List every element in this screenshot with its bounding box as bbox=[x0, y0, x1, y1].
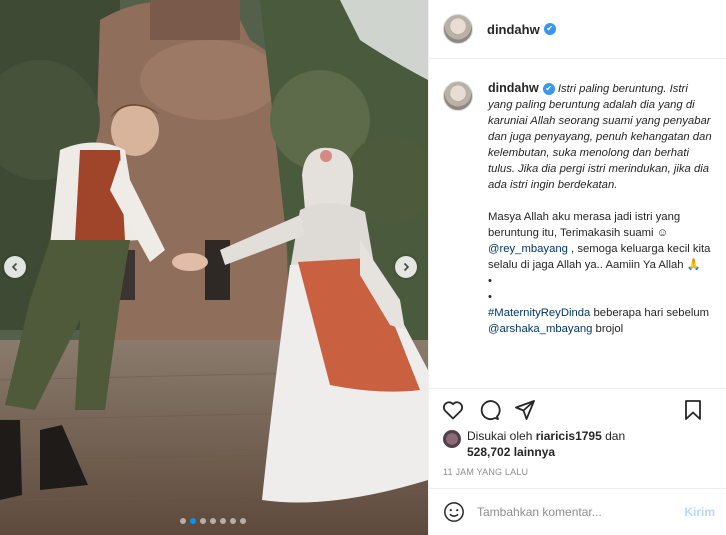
header-username[interactable]: dindahw bbox=[487, 22, 540, 37]
heart-icon[interactable] bbox=[441, 398, 465, 422]
caption-paragraph: Masya Allah aku merasa jadi istri yang b… bbox=[488, 211, 681, 239]
caption-username[interactable]: dindahw bbox=[488, 81, 539, 95]
chevron-left-icon bbox=[11, 262, 18, 272]
paper-plane-icon[interactable] bbox=[513, 398, 537, 422]
caption-italic-text: Istri paling beruntung. Istri yang palin… bbox=[488, 83, 712, 191]
liker-username[interactable]: riaricis1795 bbox=[536, 429, 602, 443]
caption-avatar[interactable] bbox=[443, 81, 473, 111]
carousel-dot bbox=[180, 518, 186, 524]
carousel-indicator bbox=[180, 518, 246, 524]
verified-badge-icon: ✔ bbox=[543, 23, 556, 35]
mention-link[interactable]: @arshaka_mbayang bbox=[488, 323, 592, 335]
post-timestamp[interactable]: 11 JAM YANG LALU bbox=[443, 467, 528, 477]
post-photo[interactable] bbox=[0, 0, 428, 535]
carousel-prev-button[interactable] bbox=[4, 256, 26, 278]
post-header: dindahw ✔ bbox=[429, 0, 726, 59]
post-comment-button[interactable]: Kirim bbox=[684, 505, 715, 519]
mention-link[interactable]: @rey_mbayang bbox=[488, 243, 568, 255]
verified-badge-icon: ✔ bbox=[542, 83, 555, 96]
carousel-dot bbox=[220, 518, 226, 524]
bookmark-icon[interactable] bbox=[681, 398, 705, 422]
carousel-dot-active bbox=[190, 518, 196, 524]
caption-paragraph: brojol bbox=[592, 323, 624, 335]
action-bar bbox=[429, 388, 726, 430]
comment-input[interactable] bbox=[477, 505, 667, 519]
carousel-dot bbox=[200, 518, 206, 524]
caption-text: dindahw ✔ Istri paling beruntung. Istri y… bbox=[488, 80, 712, 388]
carousel-dot bbox=[210, 518, 216, 524]
avatar[interactable] bbox=[443, 14, 473, 44]
likes-count[interactable]: 528,702 lainnya bbox=[467, 445, 555, 459]
hashtag-link[interactable]: #MaternityReyDinda bbox=[488, 307, 590, 319]
likes-middle: dan bbox=[605, 429, 626, 443]
likes-summary: Disukai oleh riaricis1795 dan 528,702 la… bbox=[443, 428, 625, 460]
liker-avatar[interactable] bbox=[443, 430, 461, 448]
caption-section: dindahw ✔ Istri paling beruntung. Istri y… bbox=[429, 60, 726, 388]
caption-bullet: • bbox=[488, 275, 492, 287]
carousel-dot bbox=[240, 518, 246, 524]
comment-icon[interactable] bbox=[477, 398, 501, 422]
caption-bullet: • bbox=[488, 291, 492, 303]
caption-paragraph: beberapa hari sebelum bbox=[590, 307, 710, 319]
emoji-icon[interactable] bbox=[443, 501, 465, 523]
post-image bbox=[0, 0, 428, 535]
comment-bar: Kirim bbox=[429, 488, 726, 535]
carousel-dot bbox=[230, 518, 236, 524]
post-side-panel: dindahw ✔ dindahw ✔ Istri paling beruntun… bbox=[428, 0, 726, 535]
carousel-next-button[interactable] bbox=[395, 256, 417, 278]
chevron-right-icon bbox=[403, 262, 410, 272]
likes-prefix: Disukai oleh bbox=[467, 429, 533, 443]
